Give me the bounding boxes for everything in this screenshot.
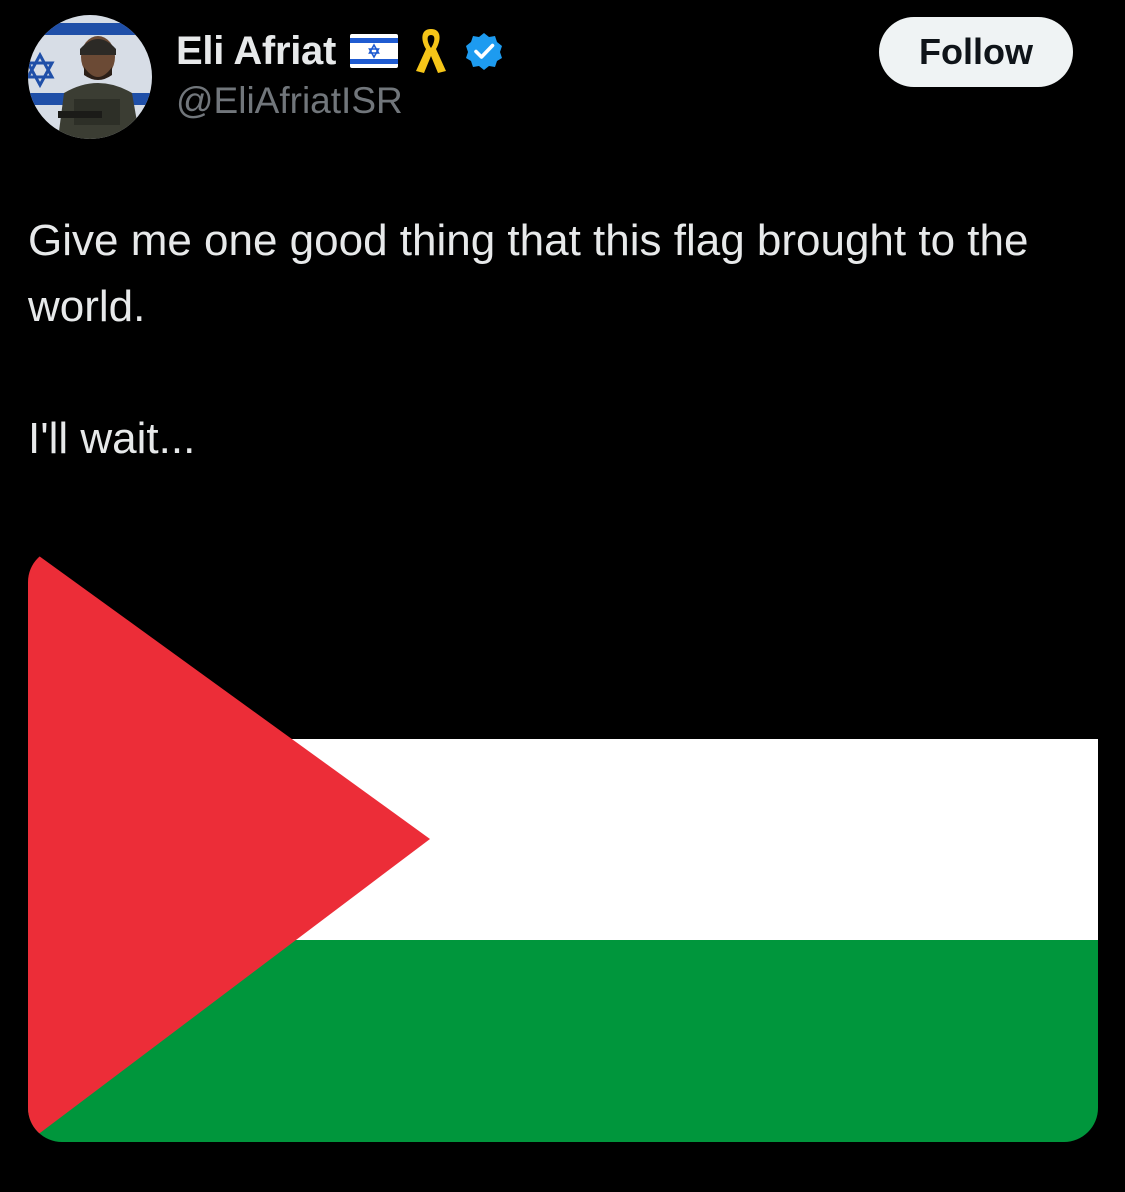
- author-display-name[interactable]: Eli Afriat: [176, 29, 336, 74]
- follow-button[interactable]: Follow: [879, 17, 1073, 87]
- author-handle[interactable]: @EliAfriatISR: [176, 80, 403, 122]
- author-name-row: Eli Afriat: [176, 26, 504, 76]
- verified-badge-icon[interactable]: [464, 31, 504, 71]
- palestinian-flag-image: [28, 548, 1098, 1142]
- tweet-text-line: Give me one good thing that this flag br…: [28, 216, 1029, 331]
- yellow-ribbon-icon: [412, 25, 450, 77]
- author-avatar[interactable]: [28, 15, 152, 139]
- tweet-media-image[interactable]: [28, 548, 1098, 1142]
- tweet-text-line: I'll wait...: [28, 414, 196, 463]
- tweet-text: Give me one good thing that this flag br…: [28, 208, 1098, 472]
- israel-flag-icon: [350, 34, 398, 68]
